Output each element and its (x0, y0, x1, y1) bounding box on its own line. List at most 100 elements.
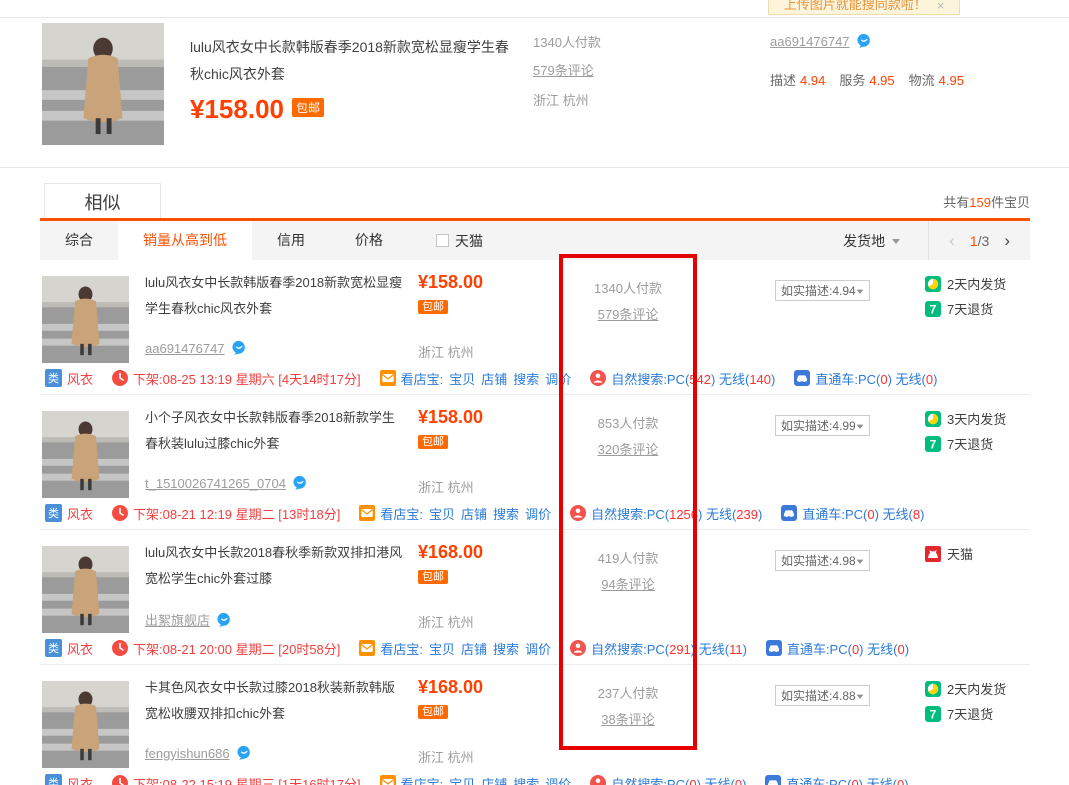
tooltip-text: 上传图片就能搜同款啦！ (784, 0, 927, 13)
delivery-clock-icon (925, 276, 941, 292)
sort-item-sales-desc[interactable]: 销量从高到低 (118, 221, 252, 260)
sort-item-price[interactable]: 价格 (330, 221, 408, 260)
kandianbao-link[interactable]: 搜索 (513, 777, 539, 785)
ztc-stats: 直通车:PC(0) 无线(0) (786, 774, 908, 785)
service-badge: 7天退货 (925, 704, 1006, 723)
product-title-link[interactable]: 小个子风衣女中长款韩版春季2018新款学生春秋装lulu过膝chic外套 (145, 405, 405, 457)
product-photo[interactable] (42, 23, 164, 145)
result-row: lulu风衣女中长款2018春秋季新款双排扣港风宽松学生chic外套过膝 出絮旗… (0, 530, 1069, 665)
freeship-badge: 包邮 (418, 435, 448, 449)
wangwang-badge-icon[interactable] (292, 475, 308, 491)
kandianbao-link[interactable]: 宝贝 (429, 642, 455, 657)
freeship-badge: 包邮 (418, 570, 448, 584)
kandianbao-link[interactable]: 搜索 (493, 642, 519, 657)
prev-page-button[interactable]: ‹ (949, 231, 955, 251)
category-tag-icon: 类 (45, 369, 62, 387)
countdown-clock-icon (112, 505, 128, 521)
tool-info-bar: 类 风衣 下架:08-22 15:19 星期三 [1天16时17分] 看店宝: … (45, 774, 909, 785)
comments-link[interactable]: 579条评论 (533, 63, 594, 78)
ztc-stats: 直通车:PC(0) 无线(8) (802, 504, 924, 523)
seller-link[interactable]: 出絮旗舰店 (145, 610, 210, 629)
next-page-button[interactable]: › (1004, 231, 1010, 251)
tab-similar[interactable]: 相似 (44, 183, 161, 219)
ztc-car-icon (781, 505, 797, 521)
kandianbao-link[interactable]: 店铺 (481, 777, 507, 785)
page-indicator: 1/3 (970, 233, 989, 249)
natural-search-icon (590, 370, 606, 386)
location-text: 浙江 杭州 (418, 342, 474, 361)
chevron-down-icon (857, 694, 864, 702)
freeship-badge: 包邮 (418, 300, 448, 314)
wangwang-badge-icon[interactable] (856, 33, 872, 49)
desc-rating-value: 如实描述:4.99 (781, 417, 856, 434)
comments-link[interactable]: 38条评论 (601, 712, 654, 727)
product-title-link[interactable]: 卡其色风衣女中长款过膝2018秋装新款韩版宽松收腰双排扣chic外套 (145, 675, 405, 727)
kandianbao-link[interactable]: 调价 (525, 507, 551, 522)
product-thumbnail[interactable] (42, 546, 129, 633)
wangwang-badge-icon[interactable] (231, 340, 247, 356)
natural-search-icon (570, 640, 586, 656)
kandianbao-link[interactable]: 调价 (545, 777, 571, 785)
sort-item-credit[interactable]: 信用 (252, 221, 330, 260)
result-row: lulu风衣女中长款韩版春季2018新款宽松显瘦学生春秋chic风衣外套 aa6… (0, 260, 1069, 395)
desc-rating-select[interactable]: 如实描述:4.94 (775, 280, 870, 301)
tool-info-bar: 类 风衣 下架:08-25 13:19 星期六 [4天14时17分] 看店宝: … (45, 369, 937, 387)
wangwang-badge-icon[interactable] (216, 612, 232, 628)
seller-link[interactable]: aa691476747 (145, 341, 225, 356)
desc-rating-value: 如实描述:4.88 (781, 687, 856, 704)
rating-item: 服务4.95 (839, 70, 894, 89)
comments-link[interactable]: 579条评论 (598, 307, 659, 322)
tmall-filter-label: 天猫 (455, 231, 483, 251)
seller-link[interactable]: t_1510026741265_0704 (145, 476, 286, 491)
comments-link[interactable]: 320条评论 (598, 442, 659, 457)
seller-link[interactable]: fengyishun686 (145, 746, 230, 761)
ship-from-dropdown[interactable]: 发货地 (843, 231, 928, 251)
sort-item-default[interactable]: 综合 (40, 221, 118, 260)
countdown-clock-icon (112, 370, 128, 386)
payments-count: 419人付款 (560, 548, 696, 567)
service-badge-label: 7天退货 (947, 704, 993, 723)
natural-search-stats: 自然搜索:PC(291) 无线(11) (591, 639, 747, 658)
desc-rating-select[interactable]: 如实描述:4.88 (775, 685, 870, 706)
kandianbao-link[interactable]: 店铺 (461, 507, 487, 522)
kandianbao-link[interactable]: 宝贝 (449, 777, 475, 785)
comments-link[interactable]: 94条评论 (601, 577, 654, 592)
product-thumbnail[interactable] (42, 276, 129, 363)
kandianbao-link[interactable]: 宝贝 (449, 372, 475, 387)
kandianbao-link[interactable]: 宝贝 (429, 507, 455, 522)
natural-search-icon (590, 775, 606, 785)
kandianbao-link[interactable]: 店铺 (481, 372, 507, 387)
category-text: 风衣 (67, 639, 93, 658)
kandianbao-link[interactable]: 搜索 (513, 372, 539, 387)
checkbox-icon[interactable] (436, 234, 449, 247)
product-title-link[interactable]: lulu风衣女中长款2018春秋季新款双排扣港风宽松学生chic外套过膝 (145, 540, 405, 592)
kandianbao-link[interactable]: 店铺 (461, 642, 487, 657)
kandianbao-link[interactable]: 调价 (525, 642, 551, 657)
location-text: 浙江 杭州 (418, 612, 474, 631)
price-value: ¥168.00 (418, 677, 483, 698)
wangwang-badge-icon[interactable] (236, 745, 252, 761)
tmall-filter-checkbox[interactable]: 天猫 (436, 231, 483, 251)
seller-link[interactable]: aa691476747 (770, 34, 850, 49)
product-thumbnail[interactable] (42, 411, 129, 498)
payments-count: 1340人付款 (533, 32, 601, 51)
chevron-down-icon (892, 239, 900, 248)
payments-count: 1340人付款 (560, 278, 696, 297)
return-seven-icon (925, 436, 941, 452)
service-badges: 3天内发货7天退货 (925, 409, 1006, 453)
service-badge-label: 3天内发货 (947, 409, 1006, 428)
desc-rating-select[interactable]: 如实描述:4.98 (775, 550, 870, 571)
delivery-clock-icon (925, 411, 941, 427)
product-title[interactable]: lulu风衣女中长款韩版春季2018新款宽松显瘦学生春秋chic风衣外套 (190, 34, 520, 88)
desc-rating-select[interactable]: 如实描述:4.99 (775, 415, 870, 436)
rating-item: 描述4.94 (770, 70, 825, 89)
product-header: lulu风衣女中长款韩版春季2018新款宽松显瘦学生春秋chic风衣外套 ¥15… (0, 18, 1069, 168)
product-title-link[interactable]: lulu风衣女中长款韩版春季2018新款宽松显瘦学生春秋chic风衣外套 (145, 270, 405, 322)
tooltip-close-icon[interactable]: × (937, 0, 945, 13)
kandianbao-link[interactable]: 调价 (545, 372, 571, 387)
filter-bar: 综合 销量从高到低 信用 价格 天猫 发货地 ‹ 1/3 › (40, 221, 1030, 260)
product-thumbnail[interactable] (42, 681, 129, 768)
countdown-clock-icon (112, 775, 128, 785)
kandianbao-link[interactable]: 搜索 (493, 507, 519, 522)
tool-info-bar: 类 风衣 下架:08-21 20:00 星期二 [20时58分] 看店宝: 宝贝… (45, 639, 909, 657)
